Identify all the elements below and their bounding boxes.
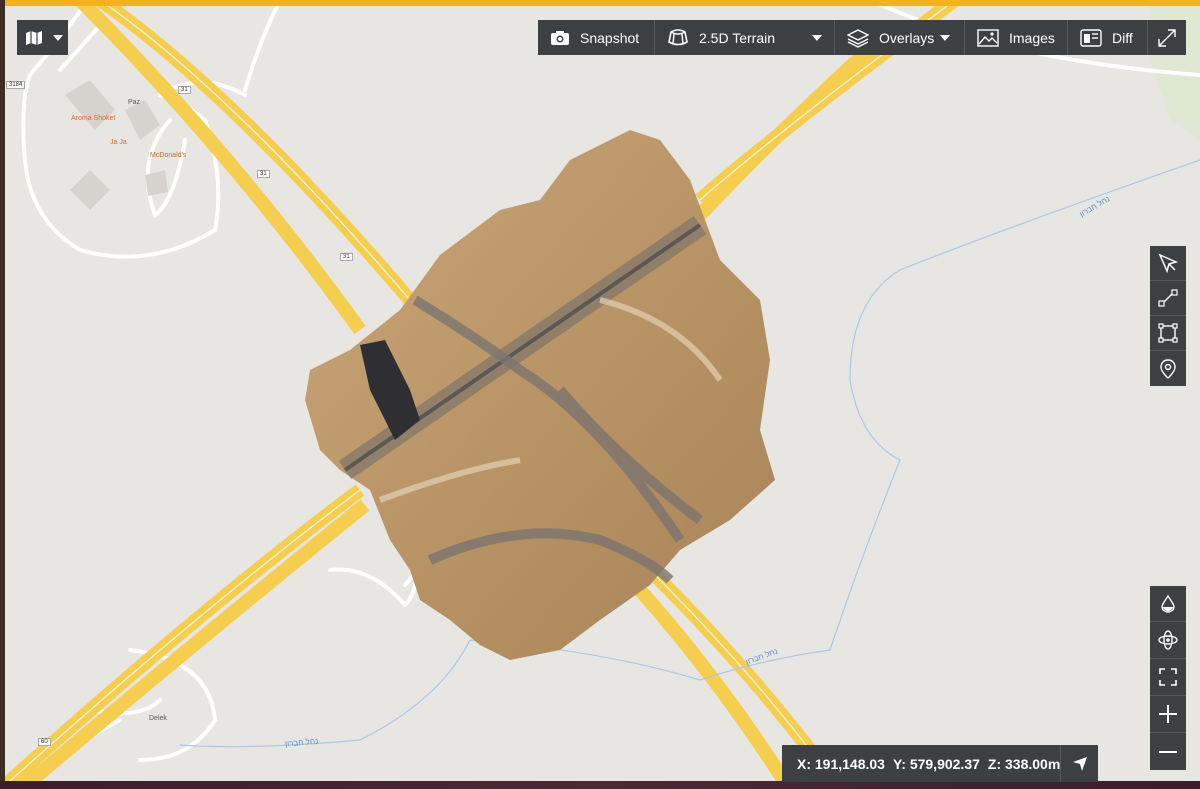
top-accent-bar xyxy=(0,0,1200,6)
measure-line-button[interactable] xyxy=(1150,281,1186,316)
diff-label: Diff xyxy=(1112,29,1133,46)
images-button[interactable]: Images xyxy=(965,20,1068,55)
map-canvas[interactable] xyxy=(0,0,1200,789)
basemap-selector[interactable] xyxy=(17,20,68,55)
diff-button[interactable]: Diff xyxy=(1068,20,1148,55)
route-label-31: 31 xyxy=(257,170,270,178)
bottom-edge xyxy=(0,781,1200,789)
measure-area-button[interactable] xyxy=(1150,316,1186,351)
elevation-button[interactable] xyxy=(1150,586,1186,622)
measure-area-icon xyxy=(1158,323,1178,343)
view-mode-label: 2.5D Terrain xyxy=(699,29,776,46)
measure-line-icon xyxy=(1158,289,1178,307)
snapshot-button[interactable]: Snapshot xyxy=(538,20,655,55)
coordinate-picker-button[interactable] xyxy=(1060,745,1098,782)
poi-aroma: Aroma Shoket xyxy=(71,115,116,122)
zoom-in-button[interactable] xyxy=(1150,696,1186,733)
camera-icon xyxy=(550,30,570,46)
layers-icon xyxy=(847,28,869,48)
cursor-arrow-icon xyxy=(1072,756,1087,771)
route-label-3184: 3184 xyxy=(6,81,26,89)
main-toolbar: Snapshot 2.5D Terrain Overlays Images Di… xyxy=(538,20,1186,55)
coord-z: Z: 338.00m xyxy=(987,755,1061,772)
left-edge xyxy=(0,0,5,789)
poi-mcdonalds: McDonald's xyxy=(150,152,187,159)
select-icon xyxy=(1158,253,1179,274)
pin-tool-button[interactable] xyxy=(1150,351,1186,386)
map-icon xyxy=(25,30,43,46)
elevation-icon xyxy=(1161,594,1175,613)
orbit-icon xyxy=(1158,630,1178,650)
image-icon xyxy=(977,28,999,48)
overlays-dropdown[interactable]: Overlays xyxy=(835,20,965,55)
fit-view-icon xyxy=(1159,668,1177,686)
diff-icon xyxy=(1080,28,1102,48)
route-label-31: 31 xyxy=(340,253,353,261)
orbit-button[interactable] xyxy=(1150,622,1186,659)
fullscreen-button[interactable] xyxy=(1148,20,1186,55)
coord-x: X: 191,148.03 xyxy=(797,755,885,772)
expand-icon xyxy=(1157,28,1177,48)
pin-icon xyxy=(1160,358,1176,379)
zoom-out-button[interactable] xyxy=(1150,733,1186,770)
coordinates-readout: X: 191,148.03 Y: 579,902.37 Z: 338.00m xyxy=(782,745,1098,782)
route-label-60: 60 xyxy=(38,738,51,746)
select-tool-button[interactable] xyxy=(1150,246,1186,281)
basemap-button[interactable] xyxy=(17,20,68,55)
view-mode-dropdown[interactable]: 2.5D Terrain xyxy=(655,20,835,55)
poi-paz: Paz xyxy=(128,99,141,106)
chevron-down-icon xyxy=(812,34,822,41)
images-label: Images xyxy=(1009,29,1055,46)
poi-delek: Delek xyxy=(149,715,167,722)
measure-toolbar xyxy=(1150,246,1186,386)
snapshot-label: Snapshot xyxy=(580,29,640,46)
map-viewer[interactable]: 3184 31 31 31 60 Paz Aroma Shoket Ja Ja … xyxy=(0,0,1200,789)
zoom-out-icon xyxy=(1159,750,1177,753)
chevron-down-icon xyxy=(940,34,951,41)
coord-y: Y: 579,902.37 xyxy=(892,755,980,772)
view-controls xyxy=(1150,586,1186,770)
fit-view-button[interactable] xyxy=(1150,659,1186,696)
route-label-31: 31 xyxy=(178,86,191,94)
terrain-box-icon xyxy=(667,28,689,48)
chevron-down-icon xyxy=(53,34,63,41)
overlays-label: Overlays xyxy=(879,29,935,46)
zoom-in-icon xyxy=(1159,705,1177,723)
poi-jaja: Ja Ja xyxy=(110,139,127,146)
